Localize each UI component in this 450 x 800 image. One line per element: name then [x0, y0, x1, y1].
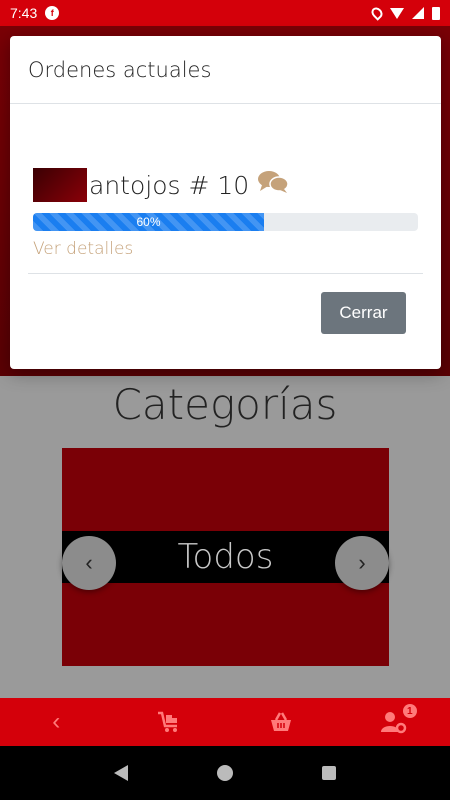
order-progress: 60% — [33, 213, 418, 231]
close-button[interactable]: Cerrar — [321, 292, 406, 334]
chevron-left-icon: ‹ — [85, 550, 93, 575]
progress-bar: 60% — [33, 213, 264, 231]
order-label: antojos # 10 — [89, 170, 250, 200]
status-bar: 7:43 f — [0, 0, 450, 26]
app-notification-icon: f — [45, 6, 60, 20]
cart-icon — [157, 711, 177, 732]
order-thumbnail — [33, 168, 87, 202]
modal-header: Ordenes actuales — [10, 36, 441, 104]
battery-icon — [432, 6, 440, 20]
nav-back-button[interactable]: ‹ — [31, 702, 81, 742]
system-home-icon[interactable] — [216, 765, 233, 781]
modal-divider — [28, 273, 423, 274]
system-recents-icon[interactable] — [321, 766, 336, 780]
bottom-nav: ‹ 1 — [0, 698, 450, 746]
categories-title: Categorías — [112, 380, 338, 429]
carousel-prev-button[interactable]: ‹ — [62, 536, 116, 590]
chevron-left-icon: ‹ — [52, 708, 61, 735]
chevron-right-icon: › — [358, 550, 366, 575]
status-icons — [369, 5, 440, 21]
notification-badge: 1 — [402, 704, 417, 718]
nav-cart-button[interactable] — [144, 702, 194, 742]
carousel-next-button[interactable]: › — [335, 536, 389, 590]
system-nav-bar — [0, 746, 450, 800]
comments-icon[interactable] — [257, 170, 289, 200]
basket-icon — [271, 712, 292, 731]
modal-title: Ordenes actuales — [28, 57, 212, 82]
signal-icon — [412, 7, 424, 19]
wifi-icon — [390, 7, 404, 19]
nav-basket-button[interactable] — [256, 702, 306, 742]
current-orders-modal: Ordenes actuales antojos # 10 60% Ver de… — [10, 36, 441, 369]
system-back-icon[interactable] — [114, 765, 129, 781]
location-icon — [369, 5, 385, 21]
order-row: antojos # 10 — [33, 168, 289, 202]
nav-account-button[interactable]: 1 — [369, 702, 419, 742]
details-link[interactable]: Ver detalles — [33, 239, 133, 259]
status-time: 7:43 — [10, 5, 38, 21]
